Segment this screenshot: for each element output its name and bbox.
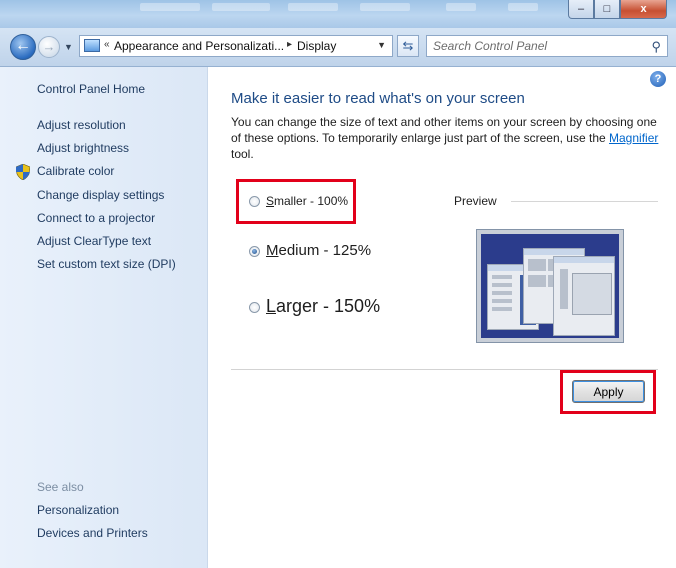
forward-button[interactable]: → xyxy=(38,36,60,58)
refresh-icon: ⇆ xyxy=(402,38,414,53)
title-bar: ‒ □ x xyxy=(0,0,676,29)
description-text: You can change the size of text and othe… xyxy=(231,115,657,145)
back-icon: ← xyxy=(15,37,31,54)
title-bar-ghost-tab xyxy=(212,3,270,11)
search-icon[interactable]: ⚲ xyxy=(651,39,661,55)
sidebar-item-personalization[interactable]: Personalization xyxy=(37,503,119,517)
sidebar-item-change-display-settings[interactable]: Change display settings xyxy=(37,188,164,202)
search-box[interactable]: ⚲ xyxy=(426,35,668,57)
title-bar-ghost-tab xyxy=(140,3,200,11)
title-bar-ghost-tab xyxy=(508,3,538,11)
breadcrumb-overflow[interactable]: « xyxy=(104,39,110,50)
radio-button-medium[interactable] xyxy=(249,245,260,257)
magnifier-link[interactable]: Magnifier xyxy=(609,131,658,145)
title-bar-ghost-tab xyxy=(360,3,410,11)
search-input[interactable] xyxy=(427,36,649,56)
close-button[interactable]: x xyxy=(620,0,667,19)
page-description: You can change the size of text and othe… xyxy=(231,114,661,162)
maximize-button[interactable]: □ xyxy=(594,0,620,19)
navigation-bar: ← → ▼ « Appearance and Personalizati... … xyxy=(0,28,676,67)
description-end: tool. xyxy=(231,147,254,161)
address-dropdown-icon[interactable]: ▼ xyxy=(377,40,386,50)
see-also-label: See also xyxy=(37,480,84,494)
main-content: ? Make it easier to read what's on your … xyxy=(208,67,676,568)
help-icon[interactable]: ? xyxy=(650,71,666,87)
title-bar-ghost-tab xyxy=(446,3,476,11)
sidebar-item-adjust-brightness[interactable]: Adjust brightness xyxy=(37,141,129,155)
sidebar-item-connect-projector[interactable]: Connect to a projector xyxy=(37,211,155,225)
radio-button-larger[interactable] xyxy=(249,301,260,313)
minimize-button[interactable]: ‒ xyxy=(568,0,594,19)
preview-window-front xyxy=(553,256,615,336)
breadcrumb-display[interactable]: Display xyxy=(297,39,336,53)
preview-image xyxy=(476,229,624,343)
radio-medium[interactable]: Medium - 125% xyxy=(249,242,371,259)
sidebar-item-calibrate-color[interactable]: Calibrate color xyxy=(37,164,114,178)
radio-label-medium[interactable]: Medium - 125% xyxy=(266,242,371,259)
preview-label: Preview xyxy=(454,194,497,208)
forward-icon: → xyxy=(42,39,56,54)
highlight-box-smaller xyxy=(236,179,356,224)
shield-icon xyxy=(16,164,30,180)
radio-label-larger[interactable]: Larger - 150% xyxy=(266,296,380,316)
refresh-button[interactable]: ⇆ xyxy=(397,35,419,57)
breadcrumb-arrow[interactable]: ▸ xyxy=(287,39,292,50)
preview-divider xyxy=(511,201,658,202)
sidebar-control-panel-home[interactable]: Control Panel Home xyxy=(37,82,145,96)
sidebar: Control Panel Home Adjust resolution Adj… xyxy=(0,67,208,568)
page-title: Make it easier to read what's on your sc… xyxy=(231,90,525,107)
highlight-box-apply xyxy=(560,370,656,414)
control-panel-icon xyxy=(84,39,100,52)
sidebar-item-custom-text-size[interactable]: Set custom text size (DPI) xyxy=(37,257,176,271)
address-bar[interactable]: « Appearance and Personalizati... ▸ Disp… xyxy=(79,35,393,57)
title-bar-ghost-tab xyxy=(288,3,338,11)
sidebar-item-adjust-resolution[interactable]: Adjust resolution xyxy=(37,118,126,132)
breadcrumb-appearance[interactable]: Appearance and Personalizati... xyxy=(114,39,284,53)
radio-larger[interactable]: Larger - 150% xyxy=(249,296,380,317)
preview-screen xyxy=(481,234,619,338)
sidebar-item-adjust-cleartype[interactable]: Adjust ClearType text xyxy=(37,234,151,248)
sidebar-item-devices-printers[interactable]: Devices and Printers xyxy=(37,526,148,540)
back-button[interactable]: ← xyxy=(10,34,36,60)
recent-pages-dropdown[interactable]: ▼ xyxy=(64,42,73,52)
